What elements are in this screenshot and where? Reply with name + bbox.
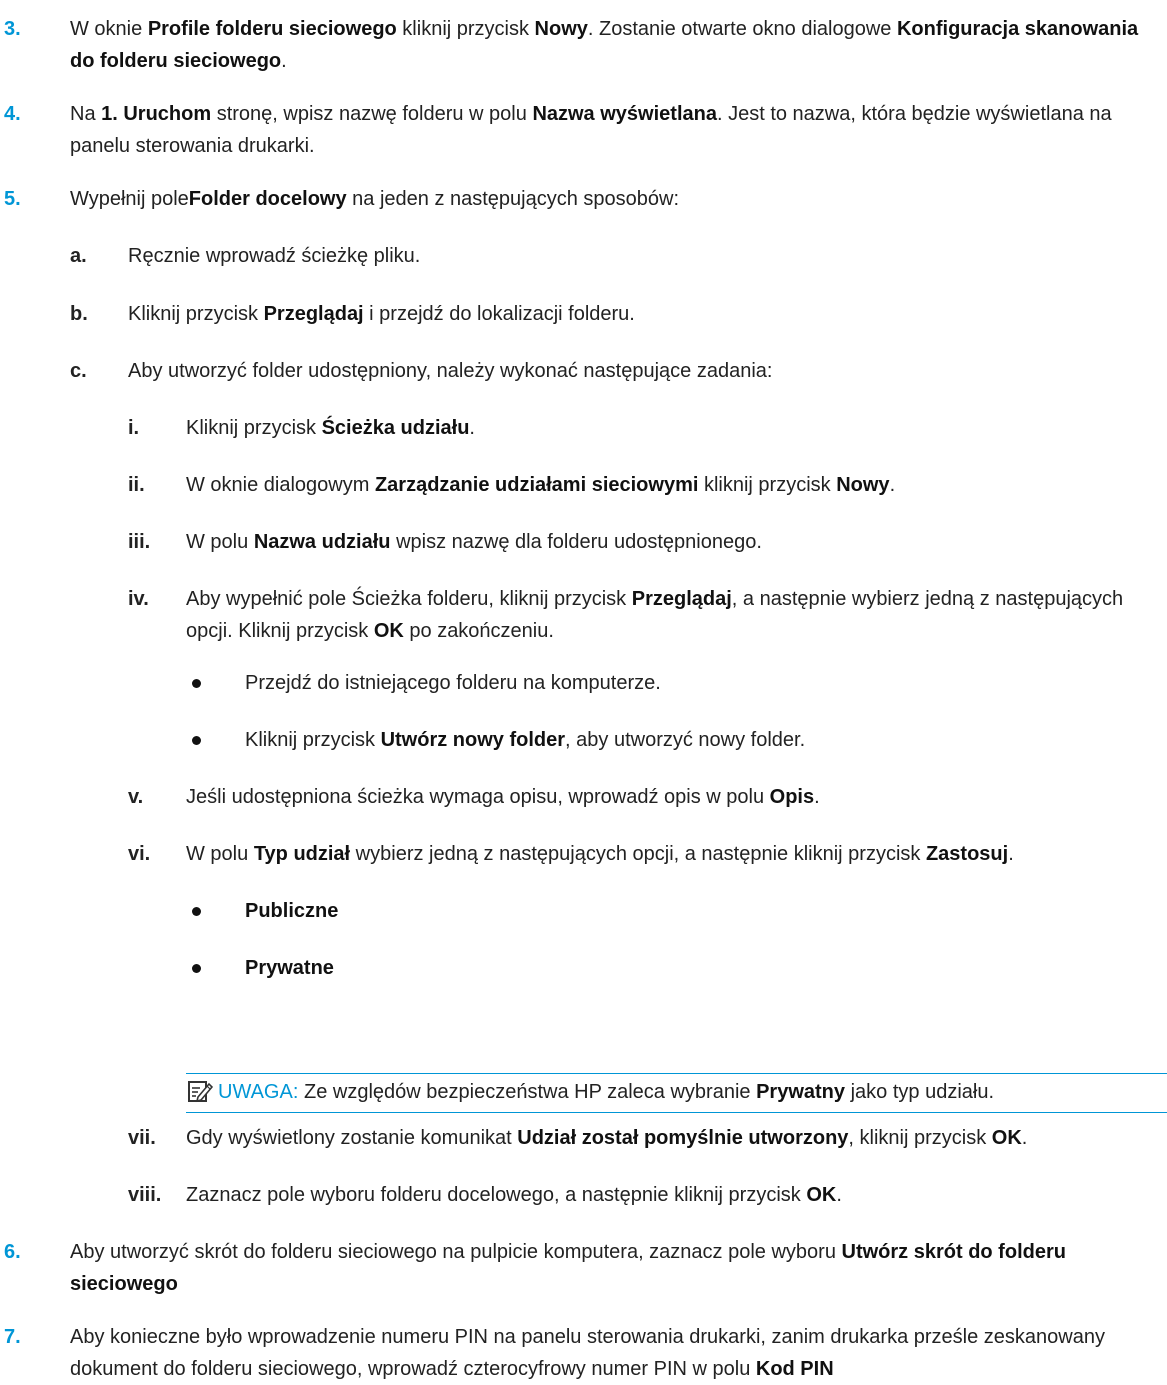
substep-letter: a. (70, 245, 87, 267)
bold-term: Folder docelowy (188, 188, 347, 210)
step-text: Aby utworzyć skrót do folderu sieciowego… (70, 1241, 1066, 1295)
substep-roman: vii. (128, 1127, 156, 1149)
step-number: 6. (4, 1241, 21, 1263)
bold-term: Zarządzanie udziałami sieciowymi (374, 474, 699, 496)
document-page: 3. W oknie Profile folderu sieciowego kl… (0, 0, 1167, 1380)
bold-term: OK (806, 1184, 837, 1206)
substep-text: Gdy wyświetlony zostanie komunikat Udzia… (186, 1127, 1028, 1149)
note-text: Ze względów bezpieczeństwa HP zaleca wyb… (304, 1081, 995, 1103)
substep-text: Kliknij przycisk Ścieżka udziału. (186, 417, 475, 439)
substep-text: Jeśli udostępniona ścieżka wymaga opisu,… (186, 786, 820, 808)
bold-term: Prywatny (756, 1081, 846, 1103)
substep-text: Aby wypełnić pole Ścieżka folderu, klikn… (186, 588, 1124, 642)
bullet-dot (192, 907, 201, 916)
step-text: W oknie Profile folderu sieciowego klikn… (70, 18, 1139, 72)
note-label: UWAGA: (218, 1081, 299, 1103)
bullet-text: Prywatne (245, 952, 1163, 984)
bold-term: Udział został pomyślnie utworzony (517, 1127, 849, 1149)
step-number: 3. (4, 18, 21, 40)
bold-term: Publiczne (245, 900, 339, 922)
bold-term: Nowy (534, 18, 588, 40)
substep-letter: c. (70, 360, 87, 382)
bold-term: Typ udział (253, 843, 351, 865)
substep-roman: ii. (128, 474, 145, 496)
bold-term: OK (373, 620, 404, 642)
substep-text: W polu Typ udział wybierz jedną z następ… (186, 843, 1014, 865)
bold-term: Przeglądaj (263, 303, 364, 325)
note-box: UWAGA: Ze względów bezpieczeństwa HP zal… (186, 1073, 1167, 1113)
bold-term: Utwórz nowy folder (380, 729, 566, 751)
note-icon (188, 1081, 213, 1103)
substep-text: Aby utworzyć folder udostępniony, należy… (128, 360, 773, 382)
bold-term: Zastosuj (925, 843, 1009, 865)
substep-roman: iii. (128, 531, 151, 553)
substep-text: Kliknij przycisk Przeglądaj i przejdź do… (128, 303, 635, 325)
bullet-text: Publiczne (245, 895, 1163, 927)
step-number: 4. (4, 103, 21, 125)
bold-term: Ścieżka udziału (321, 417, 470, 439)
bold-term: 1. Uruchom (101, 103, 212, 125)
substep-text: W oknie dialogowym Zarządzanie udziałami… (186, 474, 896, 496)
bold-term: Profile folderu sieciowego (147, 18, 397, 40)
substep-text: W polu Nazwa udziału wpisz nazwę dla fol… (186, 531, 762, 553)
bold-term: Utwórz skrót do folderu sieciowego (70, 1241, 1066, 1295)
substep-roman: v. (128, 786, 144, 808)
bold-term: Nazwa udziału (253, 531, 391, 553)
bold-term: Prywatne (245, 957, 334, 979)
bullet-dot (192, 679, 201, 688)
step-text: Aby konieczne było wprowadzenie numeru P… (70, 1326, 1105, 1380)
bold-term: Kod PIN (755, 1358, 834, 1380)
substep-roman: vi. (128, 843, 151, 865)
bold-term: OK (991, 1127, 1022, 1149)
bullet-text: Kliknij przycisk Utwórz nowy folder, aby… (245, 729, 806, 751)
bold-term: Przeglądaj (631, 588, 732, 610)
bold-term: Opis (769, 786, 815, 808)
bullet-dot (192, 964, 201, 973)
substep-text: Ręcznie wprowadź ścieżkę pliku. (128, 245, 421, 267)
bullet-dot (192, 736, 201, 745)
bullet-text: Przejdź do istniejącego folderu na kompu… (245, 672, 661, 694)
step-number: 7. (4, 1326, 21, 1348)
substep-roman: iv. (128, 588, 149, 610)
bold-term: Nowy (836, 474, 890, 496)
substep-roman: viii. (128, 1184, 162, 1206)
substep-text: Zaznacz pole wyboru folderu docelowego, … (186, 1184, 842, 1206)
substep-roman: i. (128, 417, 140, 439)
step-number: 5. (4, 188, 21, 210)
substep-letter: b. (70, 303, 88, 325)
step-text: Na 1. Uruchom stronę, wpisz nazwę folder… (70, 103, 1112, 157)
bold-term: Nazwa wyświetlana (532, 103, 717, 125)
step-text: Wypełnij poleFolder docelowy na jeden z … (70, 188, 680, 210)
